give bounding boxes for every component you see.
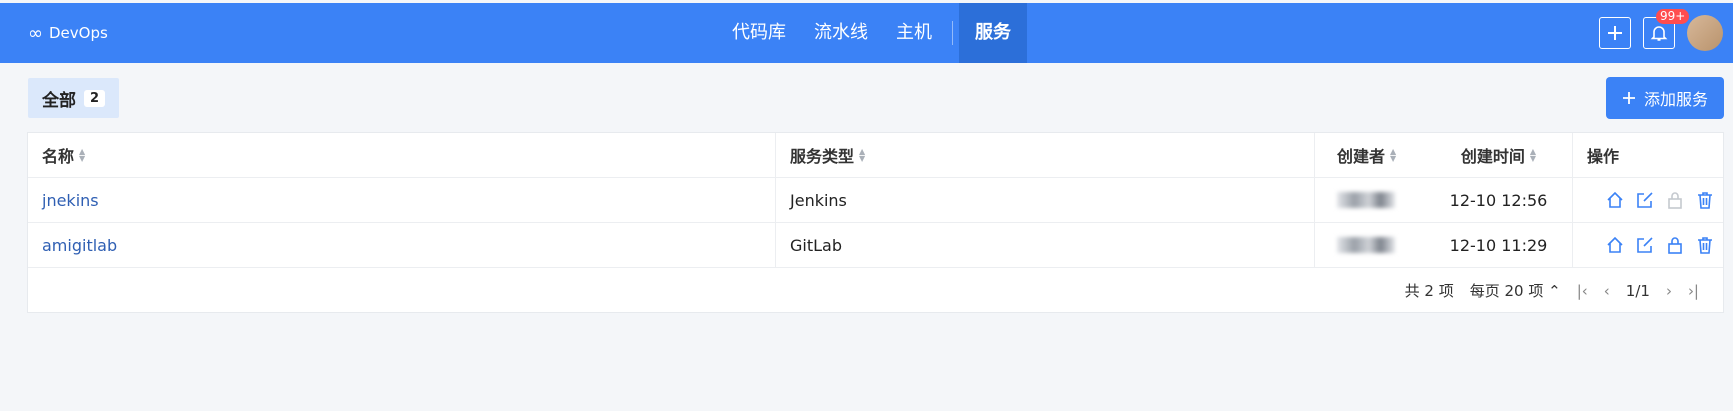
next-page-icon[interactable]: › <box>1666 282 1672 300</box>
notifications-button[interactable]: 99+ <box>1643 9 1690 49</box>
column-header-name[interactable]: 名称 ▲ ▼ <box>28 133 776 177</box>
plus-icon <box>1622 92 1635 104</box>
notification-badge: 99+ <box>1656 9 1690 24</box>
filter-count: 2 <box>84 89 106 107</box>
sort-icon[interactable]: ▲ ▼ <box>1530 148 1536 163</box>
nav-item-pipelines[interactable]: 流水线 <box>800 3 882 63</box>
create-button[interactable] <box>1599 17 1631 49</box>
table-row: jnekins Jenkins 12-10 12:56 <box>28 178 1723 223</box>
home-icon[interactable] <box>1605 235 1625 255</box>
brand-name: DevOps <box>49 24 108 42</box>
add-service-label: 添加服务 <box>1643 90 1708 109</box>
bell-icon <box>1650 26 1668 41</box>
actions-cell <box>1573 178 1723 222</box>
service-name-link[interactable]: amigitlab <box>28 223 776 267</box>
service-name-link[interactable]: jnekins <box>28 178 776 222</box>
column-header-type[interactable]: 服务类型 ▲ ▼ <box>776 133 1315 177</box>
plus-icon <box>1608 26 1622 40</box>
pagination: 共 2 项 每页 20 项 ⌃ |‹ ‹ 1/1 › ›| <box>28 268 1723 313</box>
brand-logo[interactable]: ∞ DevOps <box>28 3 108 63</box>
delete-icon[interactable] <box>1695 235 1715 255</box>
user-avatar[interactable] <box>1687 15 1723 51</box>
nav-item-services[interactable]: 服务 <box>959 3 1027 63</box>
page-size-select[interactable]: 每页 20 项 ⌃ <box>1470 280 1561 301</box>
creator-cell <box>1315 178 1425 222</box>
creator-blurred <box>1337 192 1395 208</box>
nav-item-hosts[interactable]: 主机 <box>882 3 946 63</box>
column-header-time[interactable]: 创建时间 ▲ ▼ <box>1425 133 1573 177</box>
main-nav: 代码库 流水线 主机 服务 <box>718 3 1027 63</box>
services-table: 名称 ▲ ▼ 服务类型 ▲ ▼ 创建者 ▲ ▼ 创建时间 ▲ ▼ 操作 jnekins Jenk… <box>27 132 1724 313</box>
home-icon[interactable] <box>1605 190 1625 210</box>
delete-icon[interactable] <box>1695 190 1715 210</box>
creator-cell <box>1315 223 1425 267</box>
table-header: 名称 ▲ ▼ 服务类型 ▲ ▼ 创建者 ▲ ▼ 创建时间 ▲ ▼ 操作 <box>28 133 1723 178</box>
filter-tab-all[interactable]: 全部 2 <box>28 78 120 118</box>
column-header-actions: 操作 <box>1587 147 1620 166</box>
service-type: GitLab <box>776 223 1315 267</box>
creator-blurred <box>1337 237 1395 253</box>
first-page-icon[interactable]: |‹ <box>1577 282 1588 300</box>
column-header-creator[interactable]: 创建者 ▲ ▼ <box>1315 133 1425 177</box>
chevron-up-icon: ⌃ <box>1548 282 1561 300</box>
nav-item-repos[interactable]: 代码库 <box>718 3 800 63</box>
prev-page-icon[interactable]: ‹ <box>1604 282 1610 300</box>
top-navbar: ∞ DevOps 代码库 流水线 主机 服务 99+ <box>0 3 1733 63</box>
filter-label: 全部 <box>42 90 76 111</box>
table-row: amigitlab GitLab 12-10 11:29 <box>28 223 1723 268</box>
service-type: Jenkins <box>776 178 1315 222</box>
created-time: 12-10 11:29 <box>1425 223 1573 267</box>
sort-icon[interactable]: ▲ ▼ <box>79 148 85 163</box>
created-time: 12-10 12:56 <box>1425 178 1573 222</box>
sort-icon[interactable]: ▲ ▼ <box>1390 148 1396 163</box>
page-indicator: 1/1 <box>1625 281 1650 300</box>
actions-cell <box>1573 223 1723 267</box>
header-actions: 99+ <box>1599 3 1723 63</box>
add-service-button[interactable]: 添加服务 <box>1605 77 1724 119</box>
sort-icon[interactable]: ▲ ▼ <box>859 148 865 163</box>
lock-icon <box>1668 192 1682 209</box>
last-page-icon[interactable]: ›| <box>1688 282 1699 300</box>
edit-icon[interactable] <box>1635 190 1655 210</box>
lock-icon[interactable] <box>1665 235 1685 255</box>
total-count: 共 2 项 <box>1404 282 1454 300</box>
edit-icon[interactable] <box>1635 235 1655 255</box>
infinity-icon: ∞ <box>28 22 43 44</box>
nav-divider <box>952 21 953 45</box>
